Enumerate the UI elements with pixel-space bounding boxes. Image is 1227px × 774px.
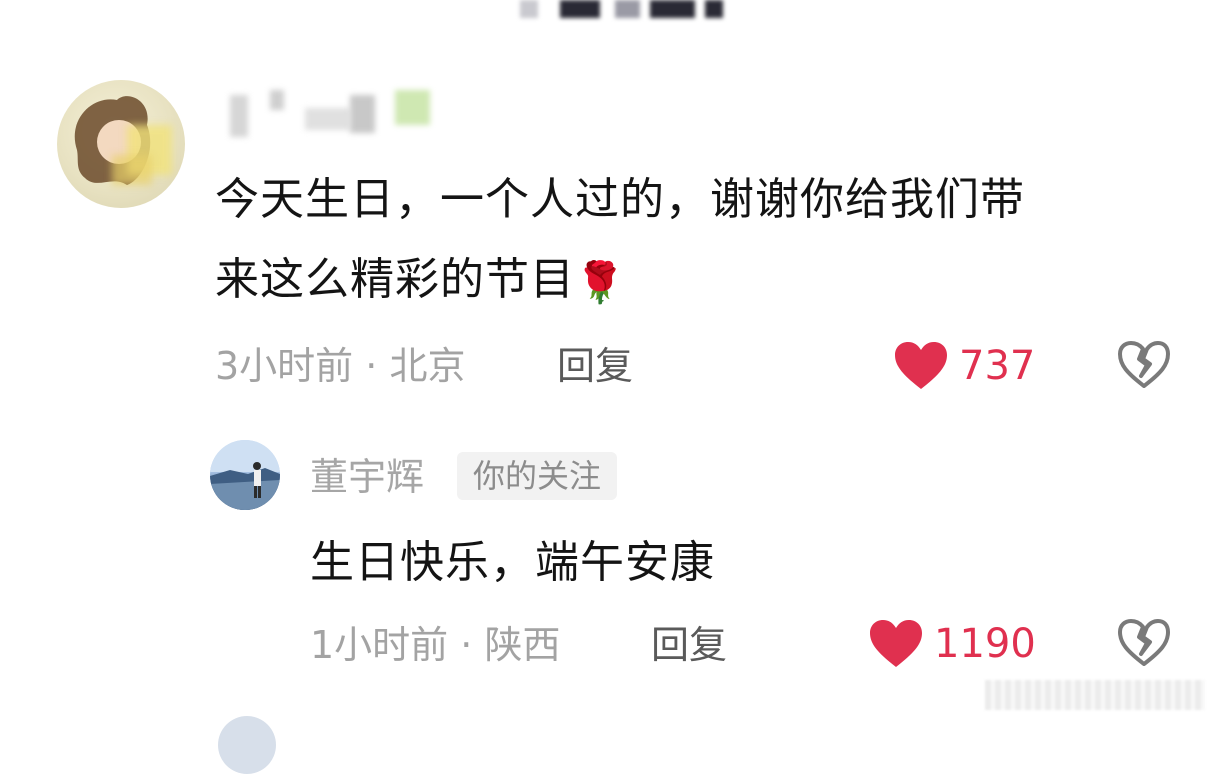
comment-text-line2: 来这么精彩的节目 [215, 254, 575, 305]
heart-icon [870, 620, 922, 667]
comment-like-count: 737 [959, 343, 1036, 389]
reply-like-count: 1190 [934, 621, 1036, 667]
reply-reply-button[interactable]: 回复 [651, 620, 727, 670]
follow-badge: 你的关注 [457, 452, 618, 500]
comment-like-button[interactable]: 737 [893, 336, 1035, 396]
reply-avatar[interactable] [210, 440, 280, 510]
comment-time: 3小时前 [215, 344, 354, 388]
reply-text: 生日快乐，端午安康 [310, 537, 715, 588]
reply-like-button[interactable]: 1190 [868, 614, 1036, 674]
reply-dislike-button[interactable] [1117, 618, 1171, 668]
commenter-avatar[interactable] [57, 80, 185, 208]
reply-time: 1小时前 [310, 623, 449, 667]
broken-heart-icon [1118, 619, 1170, 666]
comment-reply-button[interactable]: 回复 [557, 341, 633, 391]
reply-location: 陕西 [484, 623, 561, 667]
comment-dislike-button[interactable] [1117, 340, 1171, 390]
comment-text-line1: 今天生日，一个人过的，谢谢你给我们带 [215, 174, 1025, 225]
broken-heart-icon [1118, 341, 1170, 388]
meta-separator: · [353, 344, 390, 388]
heart-icon [895, 342, 947, 389]
rose-emoji: 🌹 [575, 260, 626, 306]
next-commenter-avatar[interactable] [218, 716, 276, 774]
comment-meta: 3小时前 · 北京 [215, 341, 465, 391]
reply-meta: 1小时前 · 陕西 [310, 620, 560, 670]
top-bar-blurred [520, 0, 725, 20]
comment-location: 北京 [389, 344, 466, 388]
meta-separator: · [448, 623, 485, 667]
reply-username[interactable]: 董宇辉 [310, 452, 424, 502]
commenter-username-blurred [225, 90, 435, 140]
comment-text: 今天生日，一个人过的，谢谢你给我们带 来这么精彩的节目🌹 [215, 160, 1175, 323]
watermark-blurred [985, 680, 1205, 710]
